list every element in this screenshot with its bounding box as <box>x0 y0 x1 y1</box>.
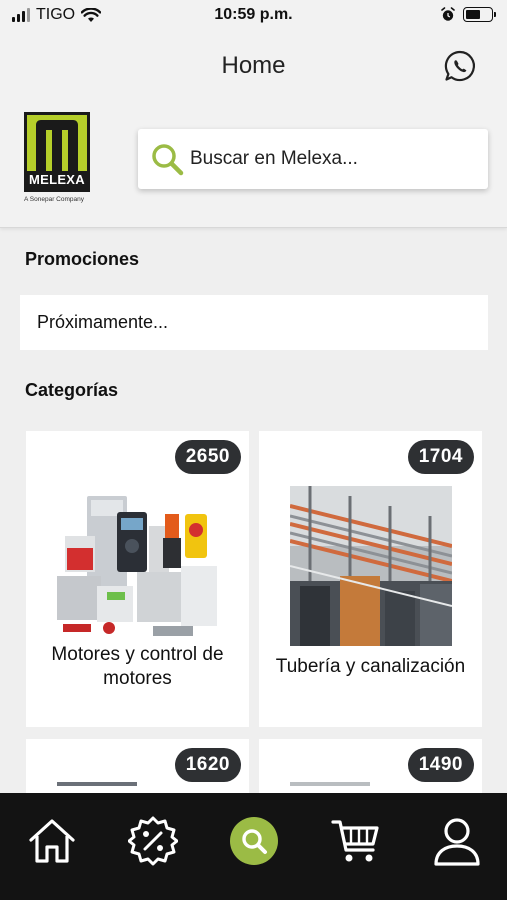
logo-text: MELEXA <box>27 171 87 189</box>
melexa-logo: MELEXA A Sonepar Company <box>24 112 94 203</box>
category-card-3[interactable]: 1620 <box>26 739 249 799</box>
nav-home[interactable] <box>26 815 78 867</box>
category-count-badge: 1490 <box>407 748 474 782</box>
category-label: Tubería y canalización <box>275 656 466 677</box>
status-time: 10:59 p.m. <box>214 6 293 23</box>
category-card-tuberia[interactable]: 1704 Tubería y canalización <box>259 431 482 727</box>
category-image-tuberia <box>290 486 452 646</box>
promotions-text: Próximamente... <box>37 312 169 332</box>
profile-icon <box>434 818 480 866</box>
app-header: Home MELEXA A Sonepar Company <box>0 32 507 228</box>
categories-title: Categorías <box>25 380 119 400</box>
category-image-3 <box>57 782 137 786</box>
search-input[interactable] <box>190 148 470 170</box>
search-icon <box>152 144 184 176</box>
promotions-card[interactable]: Próximamente... <box>20 295 488 350</box>
alarm-icon <box>441 7 455 21</box>
category-image-4 <box>290 782 370 786</box>
logo-subtitle: A Sonepar Company <box>24 196 84 203</box>
whatsapp-icon[interactable] <box>443 49 477 83</box>
category-image-motores <box>57 496 217 636</box>
home-icon <box>29 819 75 863</box>
nav-profile[interactable] <box>431 815 483 867</box>
logo-mark: MELEXA <box>24 112 90 192</box>
status-right <box>441 7 496 22</box>
nav-promotions[interactable] <box>127 815 179 867</box>
battery-icon <box>463 7 496 22</box>
nav-search[interactable] <box>230 817 278 865</box>
search-bar[interactable] <box>138 129 488 189</box>
status-bar: TIGO 10:59 p.m. <box>0 0 507 32</box>
category-label: Motores y control de motores <box>51 644 224 689</box>
bottom-nav <box>0 793 507 900</box>
category-card-4[interactable]: 1490 <box>259 739 482 799</box>
logo-m-glyph <box>36 120 78 175</box>
category-card-motores[interactable]: 2650 Motores y control de motores <box>26 431 249 727</box>
category-count-badge: 1620 <box>174 748 241 782</box>
promotions-icon <box>128 816 178 866</box>
promotions-title: Promociones <box>25 249 140 269</box>
category-count-badge: 2650 <box>174 440 241 474</box>
cart-icon <box>331 820 379 862</box>
page-title: Home <box>221 52 286 79</box>
category-count-badge: 1704 <box>407 440 474 474</box>
nav-cart[interactable] <box>330 815 382 867</box>
search-icon <box>242 829 267 854</box>
